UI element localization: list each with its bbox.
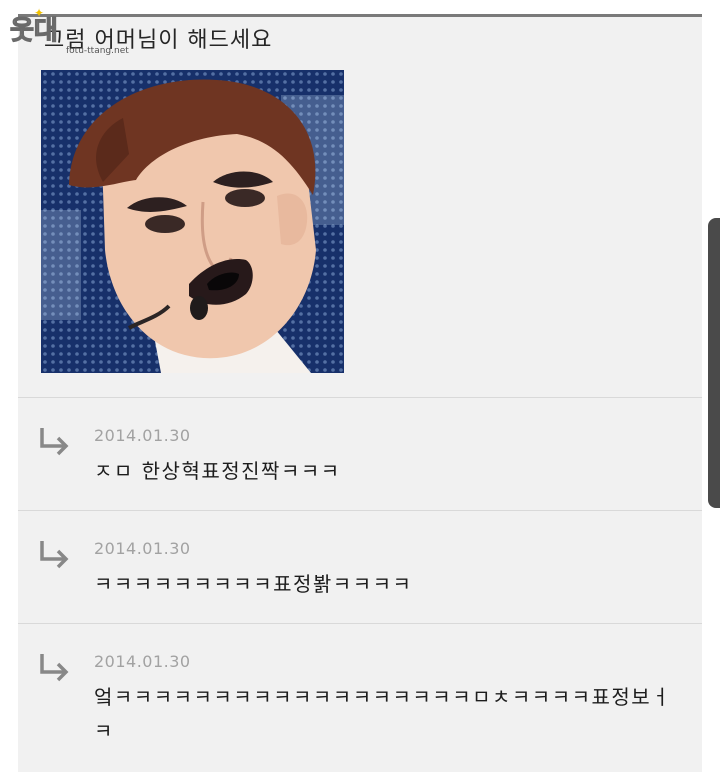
post-image[interactable]: [41, 70, 344, 373]
comment-text: ㅋㅋㅋㅋㅋㅋㅋㅋㅋ표정봙ㅋㅋㅋㅋ: [94, 572, 413, 596]
screenshot: 그럼 어머님이 해드세요 2014.01.30 ㅈㅁ 한상혁표정진짝ㅋㅋㅋ 20…: [0, 0, 720, 772]
comment-text: 엌ㅋㅋㅋㅋㅋㅋㅋㅋㅋㅋㅋㅋㅋㅋㅋㅋㅋㅋㅁㅊㅋㅋㅋㅋ표정보ㅓㅋ: [94, 685, 672, 743]
comment-item: 2014.01.30 ㅋㅋㅋㅋㅋㅋㅋㅋㅋ표정봙ㅋㅋㅋㅋ: [18, 510, 702, 624]
comment-date: 2014.01.30: [94, 652, 191, 671]
reply-arrow-icon: [40, 428, 69, 456]
scroll-indicator[interactable]: [708, 218, 720, 508]
comment-text: ㅈㅁ 한상혁표정진짝ㅋㅋㅋ: [94, 459, 341, 483]
watermark-logo: ✦ 웃대 fotu-ttang.net: [4, 4, 128, 56]
post-photo: [41, 70, 344, 373]
reply-arrow-icon: [40, 654, 69, 682]
watermark-url: fotu-ttang.net: [66, 46, 129, 56]
comment-date: 2014.01.30: [94, 539, 191, 558]
comment-date: 2014.01.30: [94, 426, 191, 445]
reply-arrow-icon: [40, 541, 69, 569]
comment-item: 2014.01.30 ㅈㅁ 한상혁표정진짝ㅋㅋㅋ: [18, 397, 702, 511]
comment-item: 2014.01.30 엌ㅋㅋㅋㅋㅋㅋㅋㅋㅋㅋㅋㅋㅋㅋㅋㅋㅋㅋㅁㅊㅋㅋㅋㅋ표정보ㅓ…: [18, 623, 702, 769]
watermark-text: 웃대: [9, 16, 58, 46]
